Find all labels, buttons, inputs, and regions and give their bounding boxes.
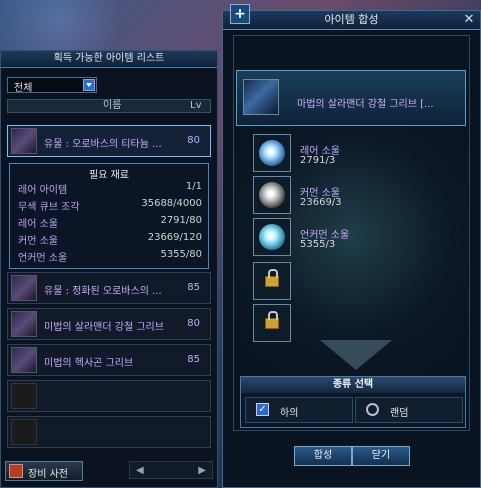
lock-icon — [265, 269, 279, 287]
material-value: 23669/120 — [147, 232, 202, 243]
filter-dropdown[interactable]: 전체 — [7, 77, 97, 94]
checkbox-checked-icon[interactable]: ✓ — [256, 403, 269, 416]
column-header-lv: Lv — [190, 100, 202, 111]
material-count: 5355/3 — [300, 239, 336, 250]
material-row: 언커먼 소울 5355/80 — [18, 249, 202, 264]
material-name: 레어 소울 — [18, 219, 58, 230]
rare-soul-icon — [259, 140, 285, 166]
list-item[interactable]: 유물 : 오로바스의 티타늄 ... 80 — [7, 125, 211, 157]
empty-slot — [11, 383, 37, 409]
close-icon[interactable]: ✕ — [462, 13, 476, 27]
material-value: 2791/80 — [160, 215, 202, 226]
material-value: 35688/4000 — [141, 198, 202, 209]
type-selection: 종류 선택 ✓ 하의 랜덤 — [240, 376, 466, 428]
material-slot[interactable] — [253, 176, 291, 214]
list-item-empty — [7, 380, 211, 412]
list-item[interactable]: 미법의 헥사곤 그리브 85 — [7, 344, 211, 376]
item-name: 유물 : 정화된 오로바스의 ... — [44, 286, 162, 297]
material-slot[interactable] — [253, 218, 291, 256]
arrow-down-icon — [320, 340, 392, 370]
item-icon — [11, 128, 37, 154]
combine-button[interactable]: 합성 — [294, 446, 352, 466]
panel-title: 획득 가능한 아이템 리스트 — [1, 51, 217, 68]
required-materials-tooltip: 필요 재료 레어 아이템 1/1 무색 큐브 조각 35688/4000 레어 … — [9, 163, 209, 269]
plus-icon[interactable]: + — [230, 4, 250, 24]
material-row: 레어 소울 2791/80 — [18, 215, 202, 230]
item-level: 85 — [187, 282, 200, 293]
material-count: 23669/3 — [300, 197, 342, 208]
list-item[interactable]: 유물 : 정화된 오로바스의 ... 85 — [7, 272, 211, 304]
materials-title: 필요 재료 — [89, 170, 129, 181]
lock-icon — [265, 311, 279, 329]
column-header-name: 이름 — [103, 100, 122, 111]
material-slot[interactable] — [253, 134, 291, 172]
material-row: 커먼 소울 23669/120 — [18, 232, 202, 247]
material-value: 1/1 — [185, 181, 202, 192]
type-selection-title: 종류 선택 — [241, 377, 465, 393]
option-label: 랜덤 — [390, 408, 409, 419]
book-icon — [9, 464, 23, 478]
window-title: 아이템 합성 — [223, 11, 480, 30]
item-name: 유물 : 오로바스의 티타늄 ... — [44, 139, 162, 150]
material-name: 레어 아이템 — [18, 185, 68, 196]
material-name: 무색 큐브 조각 — [18, 202, 80, 213]
item-icon — [243, 79, 279, 115]
list-item-empty — [7, 416, 211, 448]
pager: ◀ ▶ — [129, 461, 213, 479]
chevron-down-icon[interactable] — [83, 79, 95, 91]
list-item[interactable]: 미법의 살라맨더 강철 그리브 80 — [7, 308, 211, 340]
option-label: 하의 — [280, 408, 299, 419]
item-level: 80 — [187, 318, 200, 329]
item-level: 85 — [187, 354, 200, 365]
item-icon — [11, 347, 37, 373]
material-name: 커먼 소울 — [18, 236, 58, 247]
filter-value: 전체 — [14, 83, 33, 94]
item-name: 미법의 헥사곤 그리브 — [44, 358, 134, 369]
prev-page-button[interactable]: ◀ — [136, 465, 144, 476]
material-row: 레어 아이템 1/1 — [18, 181, 202, 196]
item-name: 미법의 살라맨더 강철 그리브 — [44, 322, 164, 333]
locked-slot — [253, 304, 291, 342]
material-row: 무색 큐브 조각 35688/4000 — [18, 198, 202, 213]
target-item-name: 마법의 살라맨더 강철 그리브 [... — [297, 99, 434, 110]
target-item-slot[interactable]: 마법의 살라맨더 강철 그리브 [... — [236, 70, 466, 126]
equipment-dictionary-button[interactable]: 장비 사전 — [5, 461, 83, 481]
material-name: 언커먼 소울 — [18, 253, 68, 264]
option-random[interactable]: 랜덤 — [355, 397, 463, 423]
radio-icon[interactable] — [366, 403, 379, 416]
item-icon — [11, 311, 37, 337]
uncommon-soul-icon — [259, 224, 285, 250]
material-value: 5355/80 — [160, 249, 202, 260]
dictionary-label: 장비 사전 — [28, 469, 68, 480]
list-header: 이름 Lv — [7, 99, 211, 113]
item-list-panel: 획득 가능한 아이템 리스트 전체 이름 Lv 유물 : 오로바스의 티타늄 .… — [0, 50, 218, 488]
empty-slot — [11, 419, 37, 445]
item-icon — [11, 275, 37, 301]
next-page-button[interactable]: ▶ — [198, 465, 206, 476]
option-low[interactable]: ✓ 하의 — [245, 397, 353, 423]
locked-slot — [253, 262, 291, 300]
common-soul-icon — [259, 182, 285, 208]
material-count: 2791/3 — [300, 155, 336, 166]
item-level: 80 — [187, 135, 200, 146]
close-button[interactable]: 닫기 — [352, 446, 410, 466]
